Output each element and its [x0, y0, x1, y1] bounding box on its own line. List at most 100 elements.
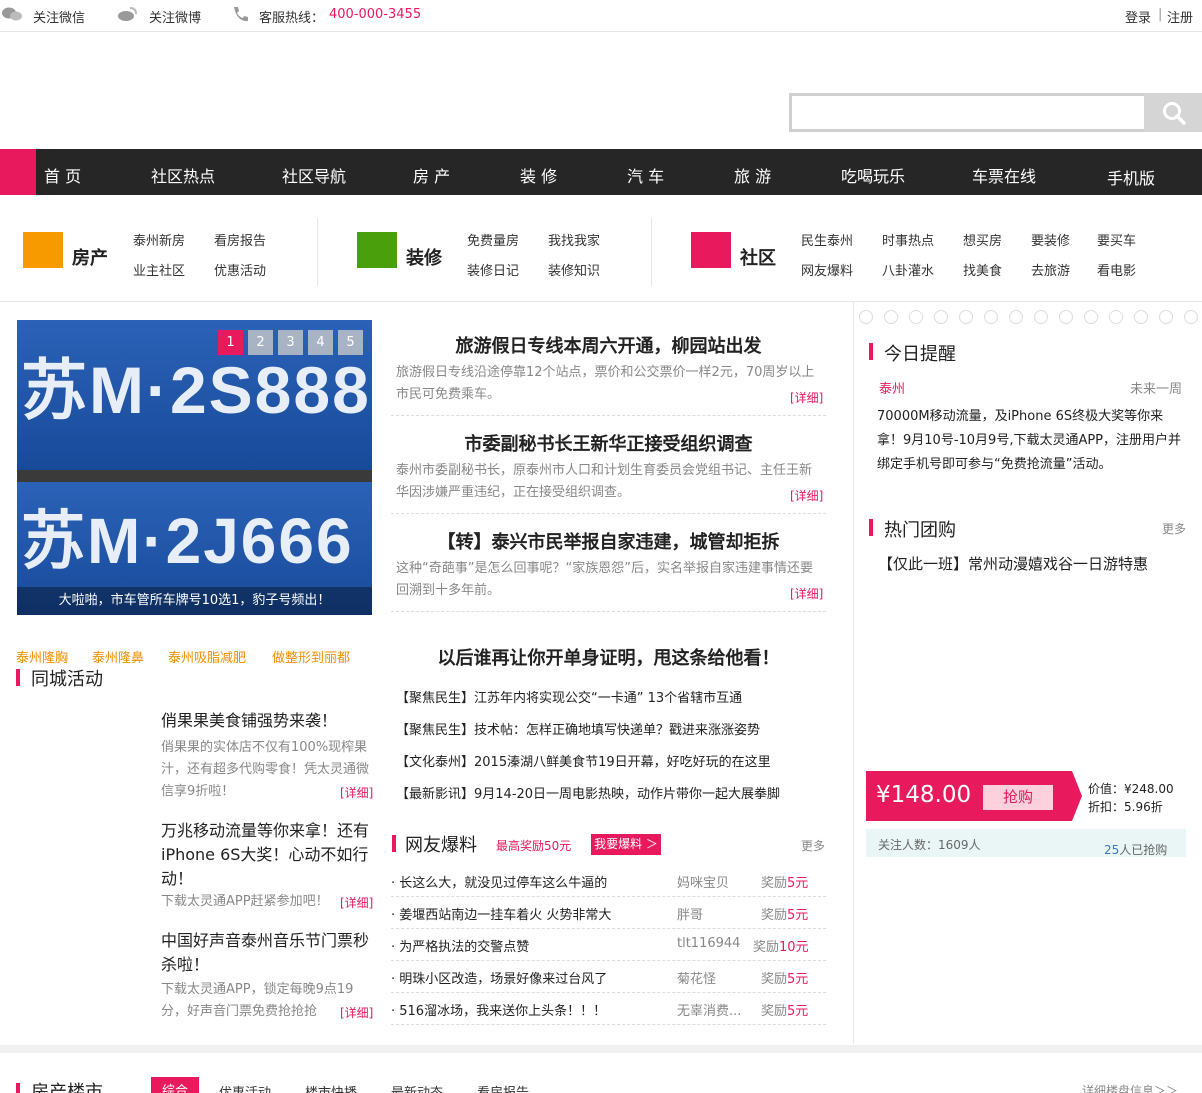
quick-link[interactable]: 泰州新房 [133, 230, 185, 249]
baoliao-item-title[interactable]: · 516溜冰场，我来送你上头条！！！ [391, 1000, 606, 1019]
slide-caption[interactable]: 大啦啪，市车管所车牌号10选1，豹子号频出！ [17, 587, 372, 615]
tab-market-news[interactable]: 楼市快播 [305, 1082, 357, 1093]
activity-detail-link[interactable]: [详细] [340, 894, 373, 911]
baoliao-more-link[interactable]: 更多 [801, 837, 825, 854]
divider [317, 218, 318, 286]
section-marker [869, 343, 873, 360]
ad-tag-link[interactable]: 泰州吸脂减肥 [168, 647, 246, 666]
quick-link[interactable]: 要买车 [1097, 230, 1136, 249]
activity-title[interactable]: 中国好声音泰州音乐节门票秒杀啦！ [161, 929, 373, 977]
table-row[interactable]: · 516溜冰场，我来送你上头条！！！ 无辜消费... 奖励5元 [391, 993, 826, 1025]
buy-now-button[interactable]: 抢购 [983, 785, 1053, 810]
tab-promotions[interactable]: 优惠活动 [219, 1082, 271, 1093]
focus-item[interactable]: 【聚焦民生】江苏年内将实现公交“一卡通” 13个省辖市互通 [396, 687, 742, 706]
baoliao-item-title[interactable]: · 为严格执法的交警点赞 [391, 936, 529, 955]
focus-headline[interactable]: 以后谁再让你开单身证明，甩这条给他看！ [391, 644, 826, 670]
ad-tag-link[interactable]: 泰州隆鼻 [92, 647, 144, 666]
quick-link[interactable]: 看房报告 [214, 230, 266, 249]
quick-link[interactable]: 要装修 [1031, 230, 1070, 249]
hotline-number: 400-000-3455 [329, 7, 422, 22]
slider-dot[interactable]: 3 [278, 330, 303, 355]
activity-title[interactable]: 万兆移动流量等你来拿！还有iPhone 6S大奖！心动不如行动！ [161, 819, 373, 891]
baoliao-item-title[interactable]: · 明珠小区改造，场景好像来过台风了 [391, 968, 607, 987]
tab-viewing-report[interactable]: 看房报告 [477, 1082, 529, 1093]
weibo-icon[interactable] [116, 6, 138, 22]
baoliao-item-title[interactable]: · 姜堰西站南边一挂车着火 火势非常大 [391, 904, 611, 923]
search-icon [1163, 102, 1186, 125]
nav-item-home[interactable]: 首 页 [44, 163, 81, 187]
nav-item-mobile[interactable]: 手机版 [1107, 165, 1155, 189]
report-button[interactable]: 我要爆料 ＞ [591, 834, 661, 855]
slider-dot[interactable]: 2 [248, 330, 273, 355]
headline-detail-link[interactable]: [详细] [790, 585, 823, 602]
table-row[interactable]: · 姜堰西站南边一挂车着火 火势非常大 胖哥 奖励5元 [391, 897, 826, 929]
reminder-text: 70000M移动流量，及iPhone 6S终极大奖等你来拿！9月10号-10月9… [877, 409, 1182, 472]
image-slider[interactable]: 苏M·2S888 苏M·2J666 大啦啪，市车管所车牌号10选1，豹子号频出！ [17, 320, 372, 615]
quick-link[interactable]: 免费量房 [467, 230, 519, 249]
nav-item-community-hot[interactable]: 社区热点 [151, 163, 215, 187]
focus-item[interactable]: 【最新影讯】9月14-20日一周电影热映，动作片带你一起大展拳脚 [396, 783, 780, 802]
nav-item-community-nav[interactable]: 社区导航 [282, 163, 346, 187]
nav-item-tickets[interactable]: 车票在线 [972, 163, 1036, 187]
nav-item-car[interactable]: 汽 车 [627, 163, 664, 187]
slider-dot[interactable]: 1 [218, 330, 243, 355]
tab-overview[interactable]: 综合 [151, 1077, 199, 1093]
table-row[interactable]: · 长这么大，就没见过停车这么牛逼的 妈咪宝贝 奖励5元 [391, 865, 826, 897]
quick-link[interactable]: 业主社区 [133, 260, 185, 279]
focus-item[interactable]: 【聚焦民生】技术帖：怎样正确地填写快递单？戳进来涨涨姿势 [396, 719, 760, 738]
nav-item-decor[interactable]: 装 修 [520, 163, 557, 187]
quick-link[interactable]: 网友爆料 [801, 260, 853, 279]
activity-title[interactable]: 俏果果美食铺强势来袭！ [161, 709, 373, 733]
baoliao-title: 网友爆料 [405, 835, 477, 856]
quick-link[interactable]: 看电影 [1097, 260, 1136, 279]
quick-link[interactable]: 我找我家 [548, 230, 600, 249]
quick-link[interactable]: 优惠活动 [214, 260, 266, 279]
deal-price: ¥148.00 [876, 782, 972, 808]
headline-title[interactable]: 市委副秘书长王新华正接受组织调查 [391, 430, 826, 456]
baoliao-item-title[interactable]: · 长这么大，就没见过停车这么牛逼的 [391, 872, 607, 891]
headline-title[interactable]: 【转】泰兴市民举报自家违建，城管却拒拆 [391, 528, 826, 554]
nav-item-travel[interactable]: 旅 游 [734, 163, 771, 187]
decor-ring [1059, 310, 1073, 324]
ad-tag-link[interactable]: 做整形到丽都 [272, 647, 350, 666]
search-input[interactable] [789, 93, 1201, 132]
tab-latest[interactable]: 最新动态 [391, 1082, 443, 1093]
hotline-label: 客服热线： [259, 11, 325, 26]
section-marker [16, 669, 20, 686]
headline-detail-link[interactable]: [详细] [790, 487, 823, 504]
slider-dot[interactable]: 5 [338, 330, 363, 355]
group-deal-title[interactable]: 【仅此一班】常州动漫嬉戏谷一日游特惠 [878, 553, 1148, 574]
follow-weibo-link[interactable]: 关注微博 [149, 7, 201, 26]
quick-link[interactable]: 民生泰州 [801, 230, 853, 249]
quick-link[interactable]: 装修日记 [467, 260, 519, 279]
search-button[interactable] [1144, 93, 1202, 132]
reminder-range: 未来一周 [1130, 382, 1183, 397]
decor-ring [1109, 310, 1123, 324]
register-link[interactable]: 注册 [1167, 7, 1193, 26]
quick-link[interactable]: 找美食 [963, 260, 1002, 279]
table-row[interactable]: · 明珠小区改造，场景好像来过台风了 菊花怪 奖励5元 [391, 961, 826, 993]
activity-detail-link[interactable]: [详细] [340, 1004, 373, 1021]
quick-link[interactable]: 八卦灌水 [882, 260, 934, 279]
headline-detail-link[interactable]: [详细] [790, 389, 823, 406]
activity-detail-link[interactable]: [详细] [340, 784, 373, 801]
group-more-link[interactable]: 更多 [1162, 520, 1186, 537]
table-row[interactable]: · 为严格执法的交警点赞 tlt116944 奖励10元 [391, 929, 826, 961]
divider [391, 611, 826, 612]
focus-item[interactable]: 【文化泰州】2015溱湖八鲜美食节19日开幕，好吃好玩的在这里 [396, 751, 771, 770]
follow-wechat-link[interactable]: 关注微信 [33, 7, 85, 26]
slider-dot[interactable]: 4 [308, 330, 333, 355]
wechat-icon[interactable] [1, 6, 23, 22]
house-detail-link[interactable]: 详细楼盘信息＞＞ [1082, 1082, 1178, 1093]
decor-ring [909, 310, 923, 324]
nav-item-food-fun[interactable]: 吃喝玩乐 [841, 163, 905, 187]
quick-link[interactable]: 想买房 [963, 230, 1002, 249]
ad-tag-link[interactable]: 泰州隆胸 [16, 647, 68, 666]
quick-link[interactable]: 时事热点 [882, 230, 934, 249]
headline-title[interactable]: 旅游假日专线本周六开通，柳园站出发 [391, 332, 826, 358]
quick-link[interactable]: 装修知识 [548, 260, 600, 279]
quick-link[interactable]: 去旅游 [1031, 260, 1070, 279]
slide-gap [17, 470, 372, 482]
nav-item-house[interactable]: 房 产 [413, 163, 450, 187]
login-link[interactable]: 登录 [1125, 7, 1151, 26]
